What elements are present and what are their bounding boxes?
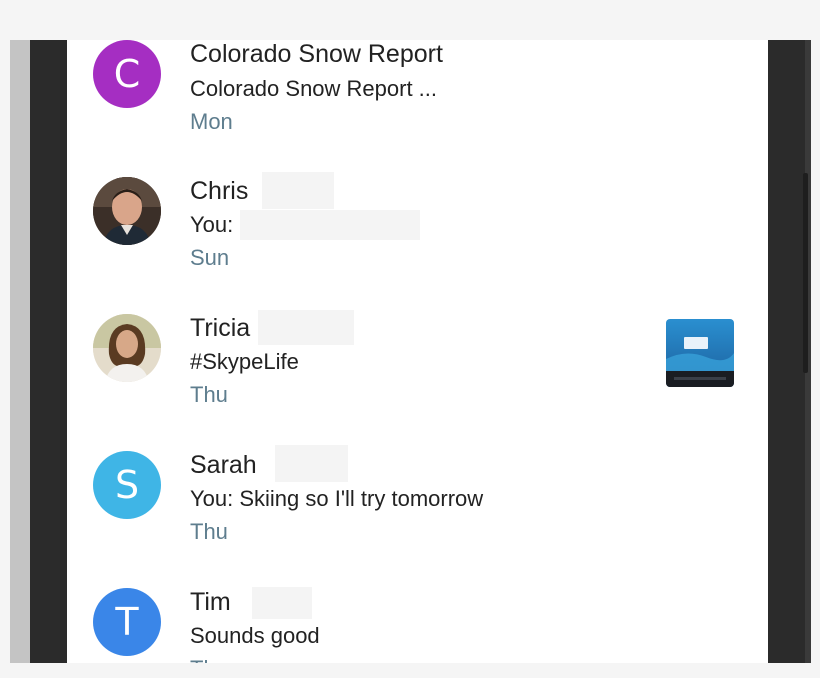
avatar: C: [93, 40, 161, 108]
redaction-box: [240, 210, 420, 240]
message-time: Th: [190, 656, 216, 663]
message-time: Thu: [190, 519, 228, 544]
side-button: [803, 173, 808, 373]
message-time: Mon: [190, 109, 233, 134]
conversation-list: C Colorado Snow Report Colorado Snow Rep…: [67, 40, 768, 663]
message-preview: Colorado Snow Report ...: [190, 76, 438, 101]
contact-name: Chris: [190, 177, 249, 205]
phone-frame: C Colorado Snow Report Colorado Snow Rep…: [10, 40, 811, 663]
avatar-initial: T: [115, 600, 139, 644]
avatar-initial: S: [114, 463, 140, 507]
profile-photo-icon: [93, 177, 161, 245]
avatar-initial: C: [113, 52, 141, 96]
message-time: Thu: [190, 382, 228, 407]
conversation-row-colorado[interactable]: C Colorado Snow Report Colorado Snow Rep…: [67, 40, 768, 148]
bezel-left: [10, 40, 30, 663]
profile-photo-icon: [93, 314, 161, 382]
avatar: S: [93, 451, 161, 519]
message-preview: You: Skiing so I'll try tomorrow: [190, 486, 484, 511]
contact-name: Sarah: [190, 451, 257, 479]
redaction-box: [252, 587, 312, 619]
redaction-box: [258, 310, 354, 345]
message-time: Sun: [190, 245, 230, 270]
redaction-box: [275, 445, 348, 482]
contact-name: Tricia: [190, 314, 251, 342]
conversation-row-tricia[interactable]: Tricia #SkypeLife Thu: [67, 302, 768, 422]
message-preview: You:: [190, 212, 234, 237]
avatar: T: [93, 588, 161, 656]
conversation-row-tim[interactable]: T Tim Sounds good Th: [67, 576, 768, 663]
conversation-row-sarah[interactable]: S Sarah You: Skiing so I'll try tomorrow…: [67, 439, 768, 559]
message-preview: #SkypeLife: [190, 349, 299, 374]
contact-name: Tim: [190, 588, 231, 616]
redaction-box: [262, 172, 334, 209]
contact-name: Colorado Snow Report: [190, 40, 443, 68]
image-thumbnail-icon[interactable]: [666, 319, 734, 387]
conversation-row-chris[interactable]: Chris You: Sun: [67, 165, 768, 285]
message-preview: Sounds good: [190, 623, 320, 648]
